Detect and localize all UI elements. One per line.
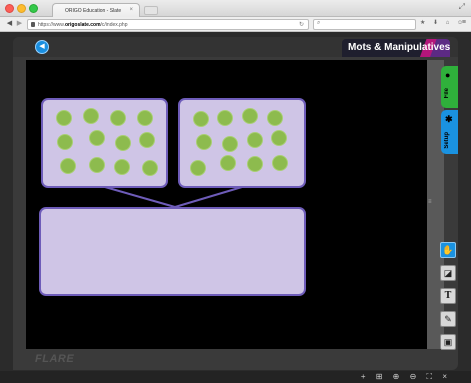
connector-left bbox=[104, 186, 176, 208]
counter[interactable] bbox=[217, 110, 233, 126]
counter[interactable] bbox=[247, 156, 263, 172]
counter[interactable] bbox=[247, 132, 263, 148]
counter[interactable] bbox=[193, 111, 209, 127]
counter[interactable] bbox=[114, 159, 130, 175]
counter[interactable] bbox=[142, 160, 158, 176]
flare-logo: FLARE bbox=[35, 353, 75, 365]
counter[interactable] bbox=[56, 110, 72, 126]
counter[interactable] bbox=[196, 134, 212, 150]
user-icon: ● bbox=[445, 70, 451, 80]
app-footer bbox=[13, 349, 441, 370]
zoom-controls[interactable]: + ⊞ ⊕ ⊖ ⛶ × bbox=[361, 372, 451, 382]
counter[interactable] bbox=[89, 157, 105, 173]
whole-box[interactable] bbox=[39, 207, 306, 296]
counter[interactable] bbox=[242, 108, 258, 124]
tab-file[interactable]: ● File bbox=[441, 66, 458, 108]
counter[interactable] bbox=[60, 158, 76, 174]
text-tool-button[interactable]: T bbox=[440, 288, 456, 304]
connector-right bbox=[174, 186, 243, 208]
counter[interactable] bbox=[222, 136, 238, 152]
eraser-tool-button[interactable]: ◪ bbox=[440, 265, 456, 281]
counter[interactable] bbox=[89, 130, 105, 146]
drag-handle-icon[interactable]: ≡ bbox=[428, 199, 434, 207]
counter[interactable] bbox=[190, 160, 206, 176]
pen-tool-button[interactable]: ✎ bbox=[440, 311, 456, 327]
counter[interactable] bbox=[220, 155, 236, 171]
gear-icon: ✱ bbox=[445, 114, 453, 124]
counter[interactable] bbox=[57, 134, 73, 150]
tab-setup-label: Setup bbox=[444, 132, 450, 149]
hand-tool-button[interactable]: ✋ bbox=[440, 242, 456, 258]
tab-setup[interactable]: ✱ Setup bbox=[441, 110, 458, 154]
counter[interactable] bbox=[271, 130, 287, 146]
counter[interactable] bbox=[137, 110, 153, 126]
counter[interactable] bbox=[267, 110, 283, 126]
counter[interactable] bbox=[139, 132, 155, 148]
counter[interactable] bbox=[110, 110, 126, 126]
save-tool-button[interactable]: ▣ bbox=[440, 334, 456, 350]
connector-lines bbox=[104, 186, 243, 208]
counter[interactable] bbox=[83, 108, 99, 124]
counter[interactable] bbox=[115, 135, 131, 151]
bottom-control-bar: + ⊞ ⊕ ⊖ ⛶ × bbox=[0, 371, 471, 383]
tab-file-label: File bbox=[444, 88, 450, 99]
counter[interactable] bbox=[272, 155, 288, 171]
